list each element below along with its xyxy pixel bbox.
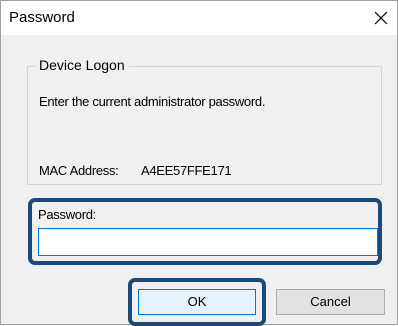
close-button[interactable] <box>369 6 393 30</box>
title-bar: Password <box>1 1 397 35</box>
mac-address-label: MAC Address: <box>39 163 119 178</box>
instruction-text: Enter the current administrator password… <box>39 94 266 109</box>
password-label: Password: <box>38 207 96 222</box>
cancel-button[interactable]: Cancel <box>276 289 385 315</box>
close-icon <box>374 11 388 25</box>
window-title: Password <box>9 9 75 26</box>
group-legend: Device Logon <box>35 57 129 73</box>
mac-address-value: A4EE57FFE171 <box>141 163 232 178</box>
password-dialog: Password Device Logon Enter the current … <box>0 0 398 326</box>
password-input[interactable] <box>38 228 378 256</box>
ok-button[interactable]: OK <box>138 289 256 315</box>
